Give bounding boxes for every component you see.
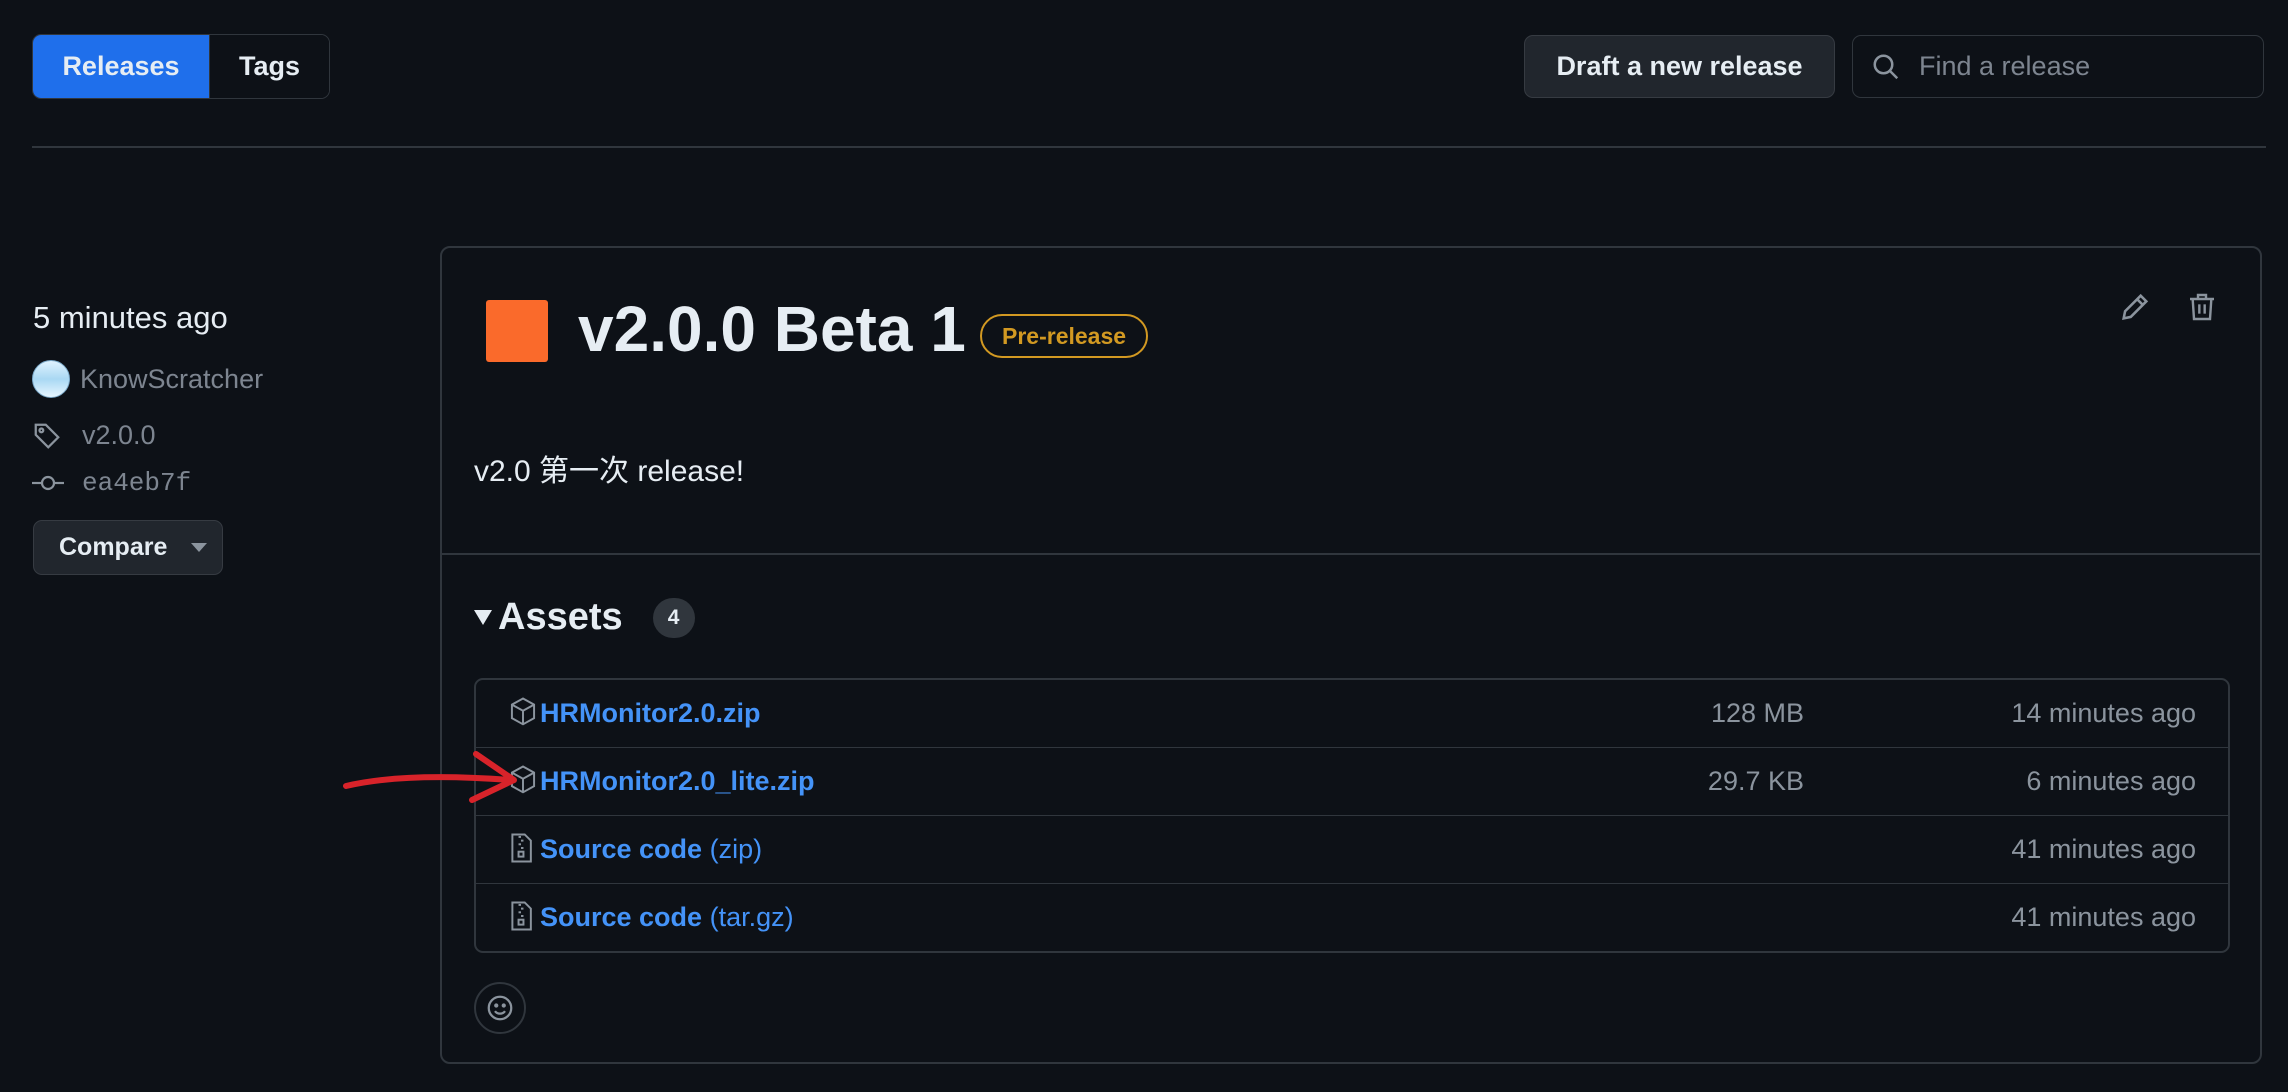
triangle-down-icon (474, 610, 492, 625)
asset-time: 6 minutes ago (2026, 766, 2196, 796)
search-icon (1873, 54, 1899, 79)
author-row[interactable]: KnowScratcher (32, 360, 263, 398)
asset-row: HRMonitor2.0_lite.zip 29.7 KB 6 minutes … (476, 747, 2228, 815)
asset-time: 14 minutes ago (2011, 698, 2196, 728)
asset-link[interactable]: Source code (zip) (540, 834, 762, 865)
assets-count: 4 (652, 597, 695, 638)
file-zip-icon (511, 833, 532, 863)
tab-tags[interactable]: Tags (209, 35, 329, 98)
card-divider (442, 553, 2260, 555)
chevron-down-icon (191, 543, 208, 552)
tag-icon (34, 423, 60, 449)
search-input[interactable] (1917, 50, 2241, 83)
tab-releases[interactable]: Releases (33, 35, 209, 98)
asset-row: Source code (tar.gz) 41 minutes ago (476, 883, 2228, 951)
release-title[interactable]: v2.0.0 Beta 1 (578, 292, 966, 366)
compare-button[interactable]: Compare (33, 520, 223, 575)
add-reaction-button[interactable] (474, 982, 526, 1034)
asset-row: HRMonitor2.0.zip 128 MB 14 minutes ago (476, 680, 2228, 747)
release-description: v2.0 第一次 release! (474, 455, 745, 488)
package-icon (510, 697, 536, 726)
assets-list: HRMonitor2.0.zip 128 MB 14 minutes ago H… (474, 678, 2230, 953)
edit-button[interactable] (2118, 290, 2152, 329)
tag-row[interactable]: v2.0.0 (32, 420, 156, 451)
commit-sha[interactable]: ea4eb7f (82, 468, 191, 498)
commit-row[interactable]: ea4eb7f (32, 468, 191, 498)
commit-icon (32, 475, 64, 491)
assets-title: Assets (498, 596, 623, 638)
smiley-icon (487, 995, 513, 1021)
delete-button[interactable] (2186, 290, 2218, 329)
tag-name[interactable]: v2.0.0 (82, 420, 156, 451)
asset-row: Source code (zip) 41 minutes ago (476, 815, 2228, 883)
avatar[interactable] (32, 360, 70, 398)
release-time: 5 minutes ago (33, 300, 228, 335)
assets-toggle[interactable]: Assets 4 (474, 596, 695, 639)
release-search[interactable] (1852, 35, 2264, 98)
release-card: v2.0.0 Beta 1 Pre-release v2.0 第一次 relea… (440, 246, 2262, 1064)
release-tabs: Releases Tags (32, 34, 330, 99)
author-name[interactable]: KnowScratcher (80, 364, 263, 395)
trash-icon (2190, 293, 2214, 321)
asset-time: 41 minutes ago (2011, 902, 2196, 932)
release-accent-square (486, 300, 548, 362)
header-divider (32, 146, 2266, 148)
asset-size: 128 MB (1710, 698, 1804, 728)
file-zip-icon (511, 901, 532, 931)
pre-release-badge: Pre-release (980, 314, 1149, 358)
pencil-icon (2122, 293, 2149, 320)
asset-time: 41 minutes ago (2011, 834, 2196, 864)
draft-release-button[interactable]: Draft a new release (1524, 35, 1835, 98)
annotation-arrow (343, 751, 517, 803)
compare-label: Compare (59, 533, 168, 561)
asset-link[interactable]: Source code (tar.gz) (540, 902, 794, 933)
asset-size: 29.7 KB (1707, 766, 1804, 796)
asset-link[interactable]: HRMonitor2.0_lite.zip (540, 766, 815, 797)
asset-link[interactable]: HRMonitor2.0.zip (540, 698, 761, 729)
